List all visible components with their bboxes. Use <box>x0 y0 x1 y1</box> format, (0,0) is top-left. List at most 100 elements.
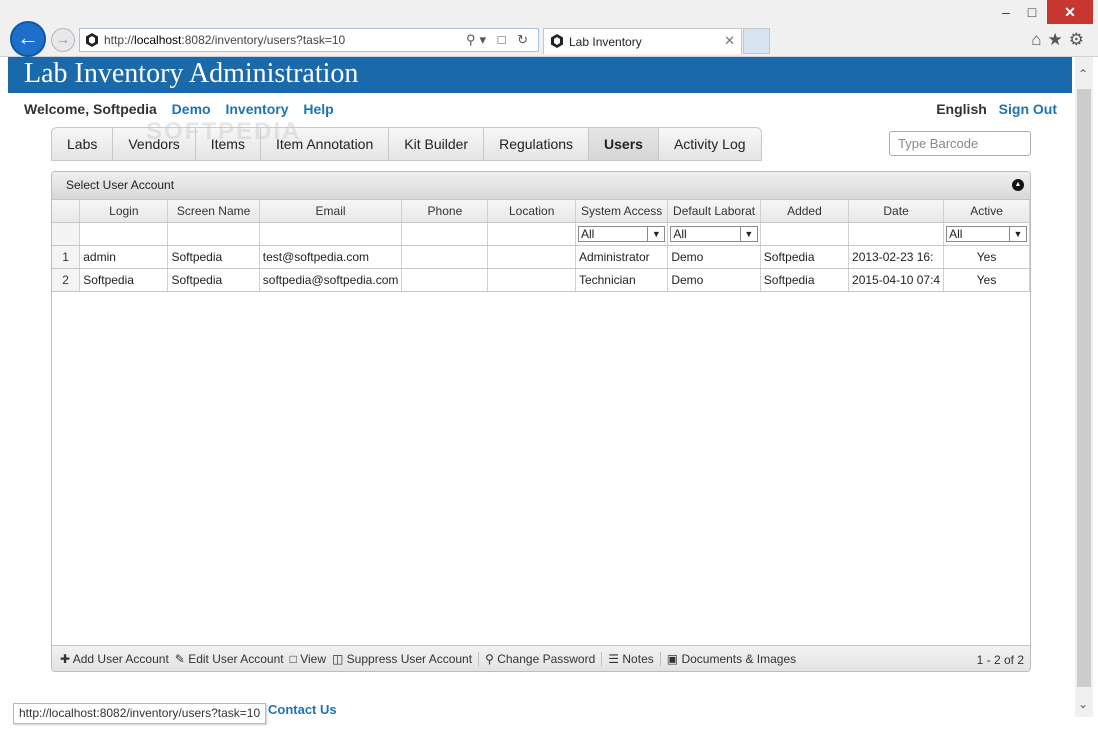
language-link[interactable]: English <box>936 101 987 117</box>
notes-icon: ☰ <box>608 652 620 666</box>
user-nav: English Sign Out <box>928 101 1057 117</box>
filter-row: All ▼ All ▼ All ▼ <box>52 222 1030 246</box>
scroll-down-icon[interactable]: ⌄ <box>1078 697 1088 711</box>
chevron-down-icon: ▼ <box>647 227 664 241</box>
column-header-phone[interactable]: Phone <box>401 200 489 223</box>
barcode-input[interactable] <box>889 131 1031 156</box>
cell-location[interactable] <box>487 268 576 292</box>
column-header-screen-name[interactable]: Screen Name <box>167 200 260 223</box>
column-header-login[interactable]: Login <box>79 200 169 223</box>
nav-help-link[interactable]: Help <box>303 101 333 117</box>
app-banner: Lab Inventory Administration <box>8 57 1072 93</box>
cell-location[interactable] <box>487 245 576 269</box>
favorites-star-icon[interactable]: ★ <box>1048 30 1069 49</box>
toolbar-separator <box>659 652 661 666</box>
row-number: 1 <box>52 245 81 269</box>
documents-images-button[interactable]: ▣ Documents & Images <box>667 652 796 666</box>
key-icon: ⚲ <box>485 652 494 666</box>
tab-labs[interactable]: Labs <box>51 127 113 161</box>
cell-active[interactable]: Yes <box>943 268 1030 292</box>
table-row[interactable]: 2 Softpedia Softpedia softpedia@softpedi… <box>52 268 1030 292</box>
cell-default-lab[interactable]: Demo <box>667 268 761 292</box>
tab-close-icon[interactable]: ✕ <box>724 33 735 49</box>
active-filter[interactable]: All ▼ <box>946 226 1027 242</box>
row-number: 2 <box>52 268 81 292</box>
cell-date[interactable]: 2015-04-10 07:4 <box>848 268 945 292</box>
add-user-button[interactable]: ✚ Add User Account <box>60 652 169 666</box>
column-header-default-lab[interactable]: Default Laborat <box>667 200 761 223</box>
tab-kit-builder[interactable]: Kit Builder <box>388 127 484 161</box>
column-header-active[interactable]: Active <box>943 200 1030 223</box>
cell-default-lab[interactable]: Demo <box>667 245 761 269</box>
cell-screen-name[interactable]: Softpedia <box>167 268 260 292</box>
cell-phone[interactable] <box>401 268 489 292</box>
column-header-system-access[interactable]: System Access <box>575 200 669 223</box>
change-password-button[interactable]: ⚲ Change Password <box>485 652 595 666</box>
view-button[interactable]: □ View <box>290 652 326 666</box>
contact-us-link[interactable]: Contact Us <box>268 702 337 717</box>
users-grid: Select User Account ▲ Login Screen Name … <box>51 171 1031 672</box>
forward-button[interactable]: → <box>51 28 75 52</box>
sign-out-link[interactable]: Sign Out <box>999 101 1057 117</box>
welcome-text: Welcome, Softpedia <box>24 101 157 117</box>
cell-login[interactable]: admin <box>79 245 169 269</box>
image-icon: ▣ <box>666 652 679 666</box>
address-url[interactable]: http://localhost:8082/inventory/users?ta… <box>104 33 345 47</box>
maximize-icon[interactable]: □ <box>1021 0 1043 24</box>
home-icon[interactable]: ⌂ <box>1031 30 1047 49</box>
browser-toolbar-icons[interactable]: ⌂★⚙ <box>1031 30 1090 50</box>
tab-favicon-icon <box>551 34 563 48</box>
scroll-up-icon[interactable]: ⌃ <box>1078 67 1088 81</box>
cell-added[interactable]: Softpedia <box>760 268 850 292</box>
collapse-icon[interactable]: ▲ <box>1012 179 1024 191</box>
minimize-icon[interactable]: – <box>995 0 1017 24</box>
suppress-user-button[interactable]: ◫ Suppress User Account <box>332 652 472 666</box>
cell-date[interactable]: 2013-02-23 16: <box>848 245 945 269</box>
cell-screen-name[interactable]: Softpedia <box>167 245 260 269</box>
address-bar[interactable]: http://localhost:8082/inventory/users?ta… <box>79 28 539 52</box>
cell-email[interactable]: test@softpedia.com <box>259 245 403 269</box>
column-header-date[interactable]: Date <box>848 200 945 223</box>
vertical-scrollbar[interactable]: ⌃ ⌄ <box>1075 57 1093 717</box>
tab-activity-log[interactable]: Activity Log <box>657 127 762 161</box>
cell-phone[interactable] <box>401 245 489 269</box>
close-window-icon[interactable]: ✕ <box>1047 0 1093 24</box>
new-tab-button[interactable] <box>743 28 770 54</box>
scroll-thumb[interactable] <box>1077 89 1091 687</box>
document-icon: □ <box>289 652 297 666</box>
tab-regulations[interactable]: Regulations <box>483 127 589 161</box>
pencil-icon: ✎ <box>174 652 185 666</box>
system-access-filter[interactable]: All ▼ <box>577 226 666 242</box>
gear-icon[interactable]: ⚙ <box>1069 30 1090 49</box>
nav-inventory-link[interactable]: Inventory <box>225 101 288 117</box>
address-tools-icons[interactable]: ⚲▾ □ ↻ <box>466 32 532 48</box>
column-header-email[interactable]: Email <box>259 200 403 223</box>
grid-footer: ✚ Add User Account ✎ Edit User Account □… <box>52 645 1030 671</box>
grid-caption-text: Select User Account <box>66 178 175 192</box>
table-row[interactable]: 1 admin Softpedia test@softpedia.com Adm… <box>52 245 1030 269</box>
cell-email[interactable]: softpedia@softpedia.com <box>259 268 403 292</box>
grid-caption: Select User Account ▲ <box>52 172 1030 200</box>
notes-button[interactable]: ☰ Notes <box>608 652 653 666</box>
site-icon <box>86 33 98 47</box>
default-lab-filter[interactable]: All ▼ <box>670 226 758 242</box>
tab-title: Lab Inventory <box>569 35 642 49</box>
users-table: Login Screen Name Email Phone Location S… <box>52 200 1030 292</box>
status-url-tooltip: http://localhost:8082/inventory/users?ta… <box>13 703 267 724</box>
edit-user-button[interactable]: ✎ Edit User Account <box>175 652 284 666</box>
column-header-location[interactable]: Location <box>487 200 576 223</box>
row-number-header <box>52 200 81 223</box>
cell-added[interactable]: Softpedia <box>760 245 850 269</box>
browser-tab[interactable]: Lab Inventory ✕ <box>543 28 742 54</box>
watermark: SOFTPEDIA <box>146 118 302 145</box>
cell-login[interactable]: Softpedia <box>79 268 169 292</box>
cell-system-access[interactable]: Technician <box>575 268 669 292</box>
chevron-down-icon: ▼ <box>739 227 757 241</box>
nav-demo-link[interactable]: Demo <box>172 101 211 117</box>
plus-icon: ✚ <box>60 652 71 666</box>
tab-users[interactable]: Users <box>588 127 658 161</box>
column-header-added[interactable]: Added <box>760 200 850 223</box>
cell-active[interactable]: Yes <box>943 245 1030 269</box>
cell-system-access[interactable]: Administrator <box>575 245 669 269</box>
back-button[interactable]: ← <box>10 21 46 57</box>
